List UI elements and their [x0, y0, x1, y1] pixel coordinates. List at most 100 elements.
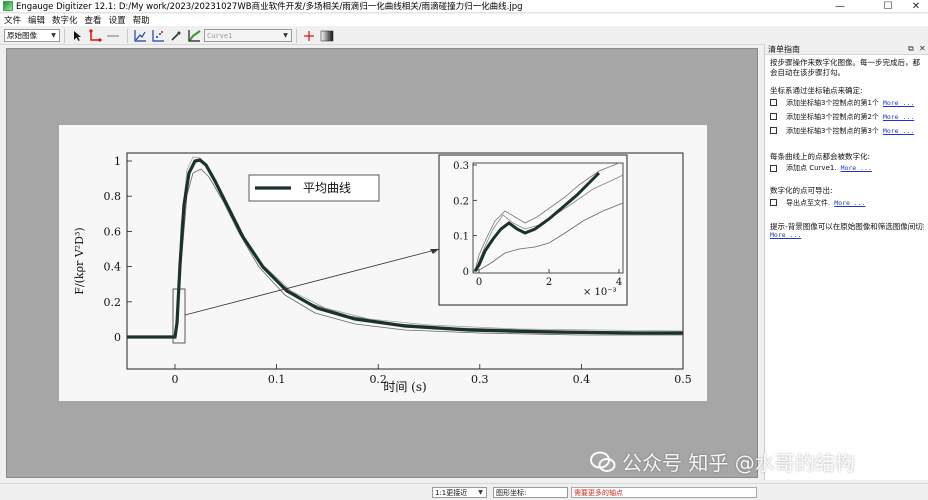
chevron-down-icon: ▼ [283, 32, 288, 39]
axis-step-2-label: 添加坐标轴3个控制点的第2个 [786, 112, 879, 121]
panel-title: 清单指南 [768, 44, 800, 54]
tip-text: 提示-背景图像可以在原始图像和筛选图像间切换 [770, 221, 924, 231]
y-tick-label: 1 [114, 155, 121, 168]
more-link[interactable]: More ... [883, 113, 914, 121]
step-checkbox [770, 99, 777, 106]
y-tick-label: 0.4 [104, 261, 122, 274]
panel-body: 按步骤操作来数字化图像。每一步完成后，都会自动在该步骤打勾。 坐标系通过坐标轴点… [765, 55, 928, 240]
engauge-app-icon [3, 1, 13, 11]
curve-select[interactable]: Curve1 ▼ [204, 29, 292, 42]
zoom-value: 1:1更接近 [435, 488, 468, 497]
image-plot: 0 0.2 0.4 0.6 0.8 1 0 0.1 0.2 0.3 0.4 0.5 平均曲线 [73, 152, 692, 394]
export-step: 导出点至文件. More ... [770, 196, 924, 210]
checklist-guide-icon[interactable] [301, 28, 317, 44]
toolbar: 原始图像 ▼ Curve1 ▼ [0, 27, 928, 45]
axes-section-title: 坐标系通过坐标轴点来确定: [770, 86, 863, 95]
menu-file[interactable]: 文件 [4, 14, 21, 26]
close-panel-icon[interactable]: ✕ [919, 44, 926, 53]
curve-step: 添加点 Curve1. More ... [770, 161, 924, 175]
more-link[interactable]: More ... [841, 164, 872, 172]
intro-text: 按步骤操作来数字化图像。每一步完成后，都会自动在该步骤打勾。 [770, 58, 920, 77]
inset-exponent: × 10⁻³ [583, 287, 617, 298]
zoom-select[interactable]: 1:1更接近 ▼ [432, 487, 487, 498]
wechat-icon [590, 451, 616, 472]
inset-y-tick-label: 0.2 [453, 196, 469, 207]
y-tick-label: 0 [114, 331, 121, 344]
axis-step-3: 添加坐标轴3个控制点的第3个 More ... [770, 124, 924, 138]
axis-step-1-label: 添加坐标轴3个控制点的第1个 [786, 98, 879, 107]
inset-x-tick-label: 0 [476, 277, 482, 288]
coordinates-field: 图形坐标: [493, 487, 568, 498]
color-picker-icon[interactable] [168, 28, 184, 44]
toolbar-separator [296, 28, 297, 43]
x-tick-label: 0 [172, 373, 179, 386]
y-tick-label: 0.6 [104, 225, 122, 238]
menu-bar: 文件 编辑 数字化 查看 设置 帮助 [0, 14, 928, 26]
watermark-text: 公众号 知乎 @水哥的结构 [622, 451, 855, 475]
segment-fill-icon[interactable] [150, 28, 166, 44]
tip-more-link[interactable]: More ... [770, 231, 924, 240]
inset-y-tick-label: 0.1 [453, 232, 469, 243]
menu-edit[interactable]: 编辑 [28, 14, 45, 26]
inset-y-tick-label: 0.3 [453, 161, 469, 172]
curves-section-title: 每条曲线上的点都会被数字化: [770, 151, 871, 161]
step-checkbox [770, 164, 777, 172]
y-tick-label: 0.2 [104, 296, 122, 309]
chevron-down-icon: ▼ [51, 32, 56, 39]
main-ylabel: F/(kρr V²D³) [73, 227, 86, 294]
coordinate-system-icon[interactable] [319, 28, 335, 44]
more-link[interactable]: More ... [883, 99, 914, 107]
axis-point-icon[interactable] [87, 28, 103, 44]
background-select-value: 原始图像 [7, 31, 37, 40]
y-tick-label: 0.8 [104, 190, 122, 203]
toolbar-separator [64, 28, 65, 43]
watermark: 公众号 知乎 @水哥的结构 [590, 447, 855, 476]
x-tick-label: 0.5 [674, 373, 692, 386]
x-tick-label: 0.3 [471, 373, 489, 386]
coordinates-label: 图形坐标: [496, 488, 527, 497]
export-section-title: 数字化的点可导出: [770, 186, 833, 195]
inset-x-tick-label: 4 [616, 277, 622, 288]
curve-point-icon[interactable] [132, 28, 148, 44]
arrow-head [430, 249, 439, 254]
close-button[interactable]: ✕ [898, 0, 928, 13]
inset-x-tick-label: 2 [546, 277, 552, 288]
menu-view[interactable]: 查看 [85, 14, 102, 26]
engauge-window: Engauge Digitizer 12.1: D:/My work/2023/… [0, 0, 928, 500]
x-tick-label: 0.1 [268, 373, 286, 386]
menu-help[interactable]: 帮助 [133, 14, 150, 26]
title-bar: Engauge Digitizer 12.1: D:/My work/2023/… [0, 0, 928, 13]
panel-header: 清单指南 ⧉ ✕ [765, 44, 928, 55]
step-checkbox [770, 127, 777, 134]
float-panel-icon[interactable]: ⧉ [908, 44, 914, 54]
axis-step-1: 添加坐标轴3个控制点的第1个 More ... [770, 96, 924, 110]
chevron-down-icon: ▼ [478, 489, 483, 496]
inset-y-tick-label: 0 [463, 267, 469, 278]
axis-step-3-label: 添加坐标轴3个控制点的第3个 [786, 126, 879, 135]
legend-label: 平均曲线 [303, 181, 351, 195]
x-tick-label: 0.4 [573, 373, 591, 386]
status-message: 需要更多的轴点 [571, 487, 757, 498]
checklist-panel: 清单指南 ⧉ ✕ 按步骤操作来数字化图像。每一步完成后，都会自动在该步骤打勾。 … [764, 44, 928, 480]
curve-select-value: Curve1 [207, 31, 233, 40]
menu-digitize[interactable]: 数字化 [52, 14, 78, 26]
select-arrow-icon[interactable] [69, 28, 85, 44]
curve-step-label: 添加点 Curve1. [786, 164, 837, 172]
window-title: Engauge Digitizer 12.1: D:/My work/2023/… [16, 2, 523, 12]
menu-settings[interactable]: 设置 [109, 14, 126, 26]
more-link[interactable]: More ... [834, 199, 865, 207]
main-xlabel: 时间 (s) [383, 380, 426, 394]
scale-bar-icon[interactable] [105, 28, 121, 44]
point-match-icon[interactable] [186, 28, 202, 44]
background-select[interactable]: 原始图像 ▼ [4, 29, 60, 42]
more-link[interactable]: More ... [883, 127, 914, 135]
status-bar: 1:1更接近 ▼ 图形坐标: 需要更多的轴点 [0, 483, 928, 500]
axis-step-2: 添加坐标轴3个控制点的第2个 More ... [770, 110, 924, 124]
step-checkbox [770, 199, 777, 206]
loaded-image[interactable]: 0 0.2 0.4 0.6 0.8 1 0 0.1 0.2 0.3 0.4 0.5 平均曲线 [59, 125, 707, 401]
step-checkbox [770, 113, 777, 120]
minimize-button[interactable]: — [822, 0, 858, 13]
export-step-label: 导出点至文件. [786, 198, 831, 207]
toolbar-separator [127, 28, 128, 43]
document-canvas[interactable]: 0 0.2 0.4 0.6 0.8 1 0 0.1 0.2 0.3 0.4 0.5 平均曲线 [6, 48, 758, 478]
